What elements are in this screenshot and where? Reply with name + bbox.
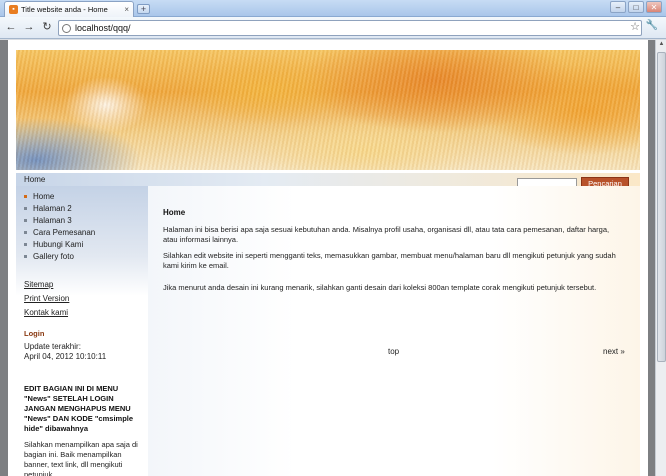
maximize-button[interactable]: □ [628, 1, 644, 13]
login-link[interactable]: Login [24, 329, 44, 338]
web-page: Home Pencarian Home Halaman 2 Halaman 3 … [8, 40, 648, 476]
new-tab-button[interactable]: + [137, 4, 150, 14]
scroll-thumb[interactable] [657, 52, 666, 362]
update-date: April 04, 2012 10:10:11 [24, 352, 107, 361]
bullet-icon [24, 230, 27, 234]
sidebar-item-home[interactable]: Home [24, 190, 95, 202]
header-banner [16, 50, 640, 170]
back-button[interactable]: ← [4, 20, 18, 34]
utility-links: Sitemap Print Version Kontak kami [24, 280, 69, 322]
bookmark-star-icon[interactable]: ☆ [630, 20, 640, 33]
window-controls: – □ ✕ [610, 1, 662, 13]
sidebar-item-label: Halaman 2 [33, 203, 72, 213]
bullet-icon [24, 206, 27, 210]
vertical-scrollbar[interactable]: ▲ [655, 40, 666, 476]
globe-icon [62, 23, 71, 33]
page-viewport: Home Pencarian Home Halaman 2 Halaman 3 … [0, 40, 655, 476]
forward-button[interactable]: → [22, 20, 36, 34]
bullet-icon [24, 194, 27, 198]
sidebar-item-cara-pemesanan[interactable]: Cara Pemesanan [24, 226, 95, 238]
print-version-link[interactable]: Print Version [24, 294, 69, 308]
sidebar-item-halaman-3[interactable]: Halaman 3 [24, 214, 95, 226]
kontak-kami-link[interactable]: Kontak kami [24, 308, 69, 322]
title-bar: ▪ Title website anda - Home × + – □ ✕ [0, 0, 666, 17]
sidebar-item-label: Halaman 3 [33, 215, 72, 225]
sidebar-item-hubungi-kami[interactable]: Hubungi Kami [24, 238, 95, 250]
reload-button[interactable]: ↻ [40, 20, 54, 34]
sidebar-item-gallery-foto[interactable]: Gallery foto [24, 250, 95, 262]
scroll-up-icon[interactable]: ▲ [657, 41, 666, 50]
sidebar-menu: Home Halaman 2 Halaman 3 Cara Pemesanan … [24, 190, 95, 262]
main-content: Home Halaman ini bisa berisi apa saja se… [148, 186, 640, 476]
edit-note: EDIT BAGIAN INI DI MENU "News" SETELAH L… [24, 384, 134, 433]
sidebar-item-label: Home [33, 191, 55, 201]
breadcrumb-home[interactable]: Home [24, 173, 45, 186]
sidebar-item-label: Gallery foto [33, 251, 74, 261]
sidebar-item-halaman-2[interactable]: Halaman 2 [24, 202, 95, 214]
content-paragraph: Jika menurut anda desain ini kurang mena… [163, 283, 597, 292]
tab-title: Title website anda - Home [21, 5, 108, 14]
favicon-icon: ▪ [9, 5, 18, 14]
bullet-icon [24, 254, 27, 258]
bullet-icon [24, 242, 27, 246]
sidebar: Home Halaman 2 Halaman 3 Cara Pemesanan … [16, 186, 148, 476]
bullet-icon [24, 218, 27, 222]
address-url: localhost/qqq/ [75, 23, 131, 33]
sidebar-item-label: Cara Pemesanan [33, 227, 96, 237]
content-paragraph: Silahkan edit website ini seperti mengga… [163, 251, 616, 270]
minimize-button[interactable]: – [610, 1, 626, 13]
next-link[interactable]: next » [603, 347, 625, 356]
sidebar-paragraph: Silahkan menampilkan apa saja di bagian … [24, 440, 138, 476]
close-window-button[interactable]: ✕ [646, 1, 662, 13]
wrench-icon[interactable]: 🔧 [646, 20, 658, 31]
page-title: Home [163, 208, 186, 217]
browser-tab[interactable]: ▪ Title website anda - Home × [4, 1, 134, 17]
close-tab-icon[interactable]: × [124, 5, 129, 14]
content-paragraph: Halaman ini bisa berisi apa saja sesuai … [163, 225, 610, 244]
sidebar-item-label: Hubungi Kami [33, 239, 84, 249]
update-label: Update terakhir: [24, 342, 81, 351]
top-link[interactable]: top [388, 347, 399, 356]
browser-toolbar: ← → ↻ localhost/qqq/ [0, 17, 666, 39]
address-bar[interactable]: localhost/qqq/ [58, 20, 642, 36]
sitemap-link[interactable]: Sitemap [24, 280, 69, 294]
